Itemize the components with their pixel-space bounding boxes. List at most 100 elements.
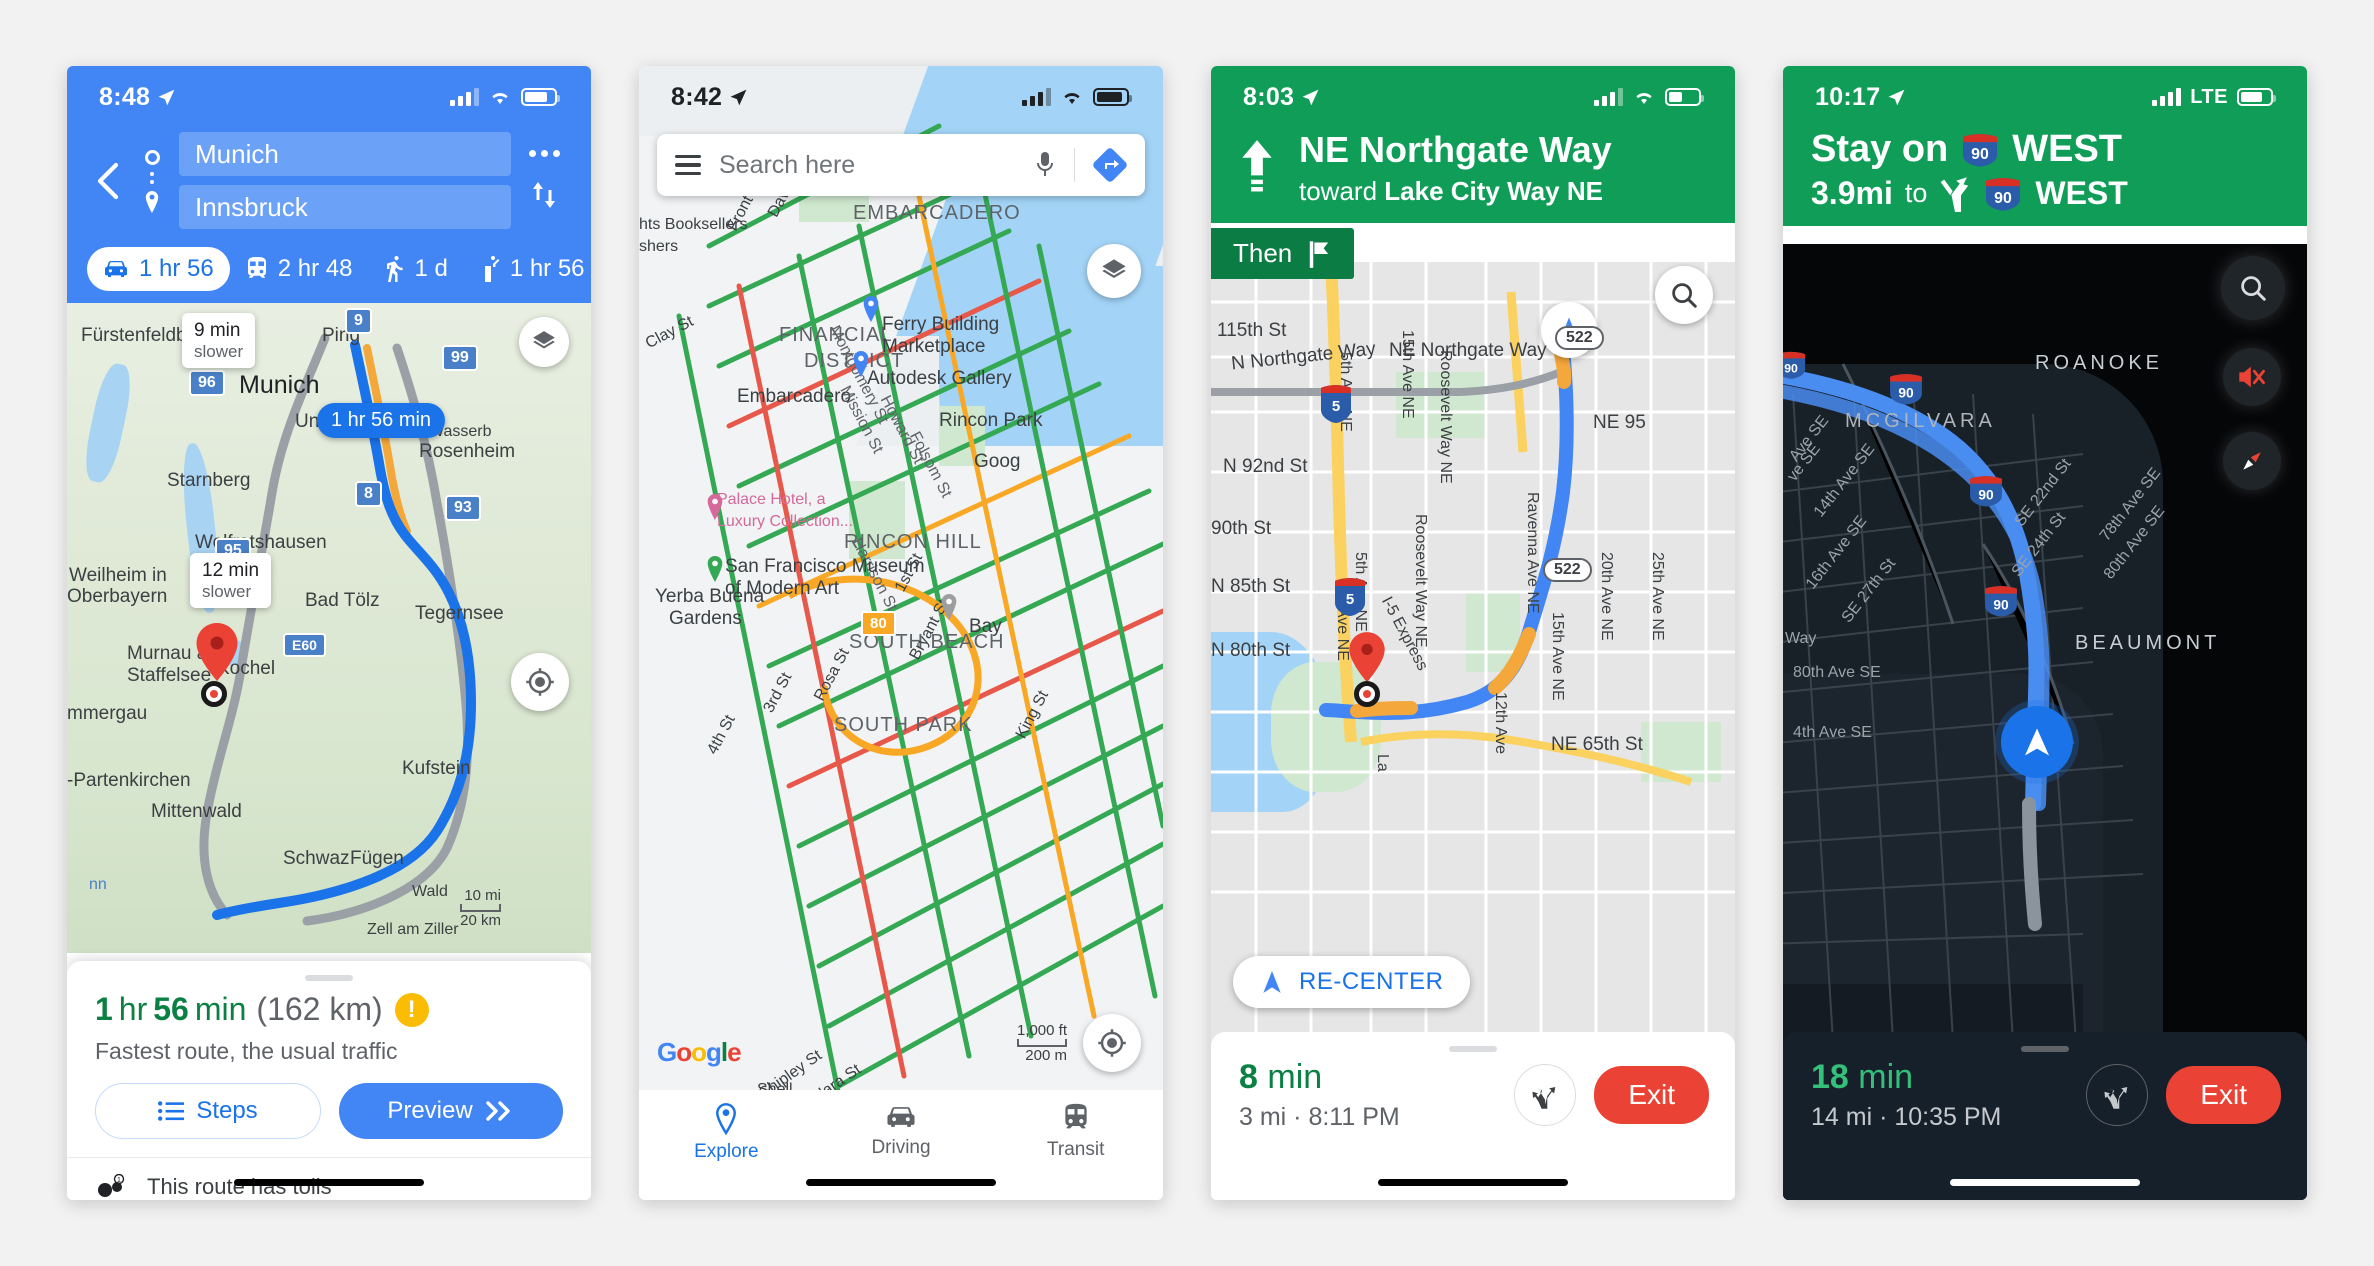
preview-label: Preview	[387, 1097, 473, 1124]
steps-button[interactable]: Steps	[95, 1083, 321, 1139]
search-bar[interactable]: Search here	[657, 134, 1145, 196]
phone-explore-traffic: EMBARCADERO FINANCIAL DISTRICT Ferry Bui…	[639, 66, 1163, 1200]
more-options-icon[interactable]	[528, 150, 560, 157]
map-label: Rosenheim	[419, 441, 516, 462]
status-time: 8:48	[99, 82, 151, 111]
search-button[interactable]	[2221, 256, 2285, 320]
poi-marker-icon[interactable]	[851, 351, 871, 377]
back-chevron-icon[interactable]	[89, 162, 125, 200]
my-location-button[interactable]	[511, 653, 569, 711]
travel-mode-tabs: 1 hr 56 2 hr 48 1 d 1 hr 56	[67, 243, 591, 303]
map-label: Ferry Building	[882, 314, 1000, 335]
scale-line	[1016, 1039, 1067, 1047]
map-label: shers	[639, 238, 679, 255]
svg-text:90: 90	[1898, 385, 1914, 400]
route-subtitle: Fastest route, the usual traffic	[95, 1038, 398, 1064]
preview-button[interactable]: Preview	[339, 1083, 563, 1139]
toward-prefix: toward	[1299, 175, 1378, 206]
map-layers-button[interactable]	[519, 317, 569, 367]
origin-input[interactable]: Munich	[179, 132, 511, 176]
interstate-shield-5: 5	[1335, 578, 1365, 616]
destination-pin-icon	[145, 191, 159, 213]
battery-icon	[2237, 88, 2276, 106]
recenter-label: RE-CENTER	[1299, 968, 1444, 995]
route-summary-sheet: 1 hr 56 min (162 km) ! Fastest route, th…	[67, 961, 591, 1200]
callout-time: 12 min	[202, 560, 260, 581]
directions-header: 8:48 Munich Innsbruck 1 hr 56 2 hr 48 1 …	[67, 66, 591, 303]
alternate-routes-button[interactable]	[1514, 1064, 1577, 1126]
destination-input[interactable]: Innsbruck	[179, 185, 511, 229]
screenshot-stage: 8:48 Munich Innsbruck 1 hr 56 2 hr 48 1 …	[0, 0, 2374, 1266]
destination-marker-icon[interactable]	[1348, 632, 1386, 684]
search-icon	[1672, 283, 1697, 308]
status-right: LTE	[2152, 86, 2276, 109]
map-label: EMBARCADERO	[853, 202, 1021, 224]
eta-detail: 3 mi · 8:11 PM	[1239, 1103, 1400, 1131]
mode-transit[interactable]: 2 hr 48	[230, 247, 369, 291]
recenter-button[interactable]: RE-CENTER	[1233, 956, 1470, 1008]
google-logo: Google	[657, 1037, 742, 1067]
status-right	[1594, 88, 1704, 106]
mode-rideshare[interactable]: 1 hr 56	[464, 247, 591, 291]
explore-map[interactable]: EMBARCADERO FINANCIAL DISTRICT Ferry Bui…	[639, 66, 1163, 1200]
tab-explore[interactable]: Explore	[639, 1090, 814, 1200]
signal-bars-icon	[2152, 88, 2182, 106]
header-actions	[523, 150, 565, 211]
poi-marker-icon[interactable]	[861, 296, 881, 322]
selected-route-eta-pill[interactable]: 1 hr 56 min	[317, 403, 446, 438]
map-label: Bad Tölz	[305, 590, 380, 611]
mode-walking[interactable]: 1 d	[368, 247, 463, 291]
route-endpoint-markers	[137, 148, 167, 213]
navigation-header: 8:03 NE Northgate Way toward Lake City W…	[1211, 66, 1735, 223]
poi-marker-icon[interactable]	[705, 556, 725, 582]
battery-icon	[1093, 88, 1132, 106]
destination-marker-icon[interactable]	[195, 623, 239, 683]
mode-driving[interactable]: 1 hr 56	[87, 247, 230, 291]
poi-marker-icon[interactable]	[939, 594, 959, 620]
keep-left-icon	[1940, 176, 1969, 212]
my-location-button[interactable]	[1083, 1014, 1141, 1072]
alternate-routes-button[interactable]	[2086, 1064, 2149, 1126]
destination-dot	[201, 681, 227, 707]
search-input[interactable]: Search here	[719, 151, 1016, 180]
location-arrow-icon	[730, 89, 747, 105]
callout-note: slower	[202, 581, 252, 601]
distance-to-maneuver: 3.9mi	[1811, 175, 1893, 211]
search-button[interactable]	[1655, 266, 1713, 324]
compass-button[interactable]	[2223, 432, 2281, 490]
poi-marker-icon[interactable]	[705, 494, 725, 520]
exit-navigation-button[interactable]: Exit	[1594, 1066, 1709, 1124]
alt-route-callout[interactable]: 12 min slower	[190, 553, 272, 609]
navigation-chevron-icon	[2025, 728, 2049, 756]
swap-endpoints-icon[interactable]	[531, 179, 557, 211]
volume-muted-icon	[2239, 366, 2265, 388]
exit-navigation-button[interactable]: Exit	[2166, 1066, 2281, 1124]
direction-label: WEST	[2012, 128, 2123, 170]
directions-icon[interactable]	[1093, 148, 1127, 182]
hamburger-menu-icon[interactable]	[675, 154, 701, 176]
microphone-icon[interactable]	[1034, 150, 1056, 180]
warning-badge-icon[interactable]: !	[394, 992, 429, 1027]
route-overview-map[interactable]: Fürstenfeldb Ping Munich Unterhaching St…	[67, 303, 591, 953]
alternate-routes-icon	[2104, 1087, 2128, 1109]
map-label: MCGILVARA	[1845, 410, 1996, 432]
signal-bars-icon	[1022, 88, 1051, 106]
tab-driving-label: Driving	[871, 1137, 931, 1158]
map-label: Schwaz	[283, 848, 350, 869]
map-layers-button[interactable]	[1087, 244, 1141, 298]
interstate-shield-icon: 90	[1963, 133, 1998, 167]
tab-transit[interactable]: Transit	[988, 1090, 1163, 1200]
eta-minutes: 8	[1239, 1058, 1258, 1096]
map-label: San Francisco Museum	[725, 556, 925, 577]
map-label: Wald	[412, 883, 448, 900]
status-right	[450, 88, 560, 106]
alt-route-callout[interactable]: 9 min slower	[182, 313, 256, 369]
mode-transit-label: 2 hr 48	[277, 255, 353, 282]
map-label: mmergau	[67, 703, 148, 724]
navigation-sheet: 8 min 3 mi · 8:11 PM Exit	[1211, 1032, 1735, 1200]
status-bar: 8:42	[639, 66, 1163, 128]
mute-button[interactable]	[2223, 348, 2281, 406]
callout-note: slower	[194, 341, 244, 361]
home-indicator	[234, 1179, 424, 1186]
exit-label: Exit	[2200, 1079, 2247, 1110]
